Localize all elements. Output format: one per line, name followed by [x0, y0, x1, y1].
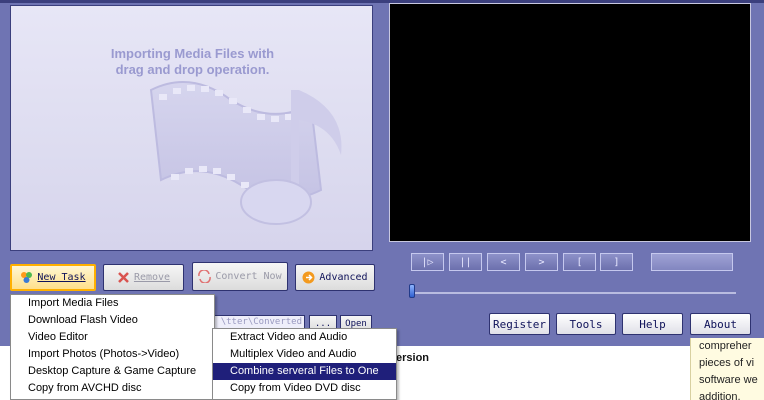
advanced-label: Advanced: [319, 272, 368, 283]
submenu-item-combine[interactable]: Combine serveral Files to One: [213, 363, 396, 380]
convert-now-label: Convert Now: [215, 271, 282, 282]
tools-button[interactable]: Tools: [556, 313, 616, 335]
new-task-button[interactable]: New Task: [10, 264, 96, 291]
register-button[interactable]: Register: [489, 313, 550, 335]
menu-item-import-media-files[interactable]: Import Media Files: [11, 295, 214, 312]
menu-item-desktop-capture[interactable]: Desktop Capture & Game Capture: [11, 363, 214, 380]
advanced-arrow-icon: [302, 271, 315, 284]
about-button[interactable]: About: [690, 313, 751, 335]
mark-out-button[interactable]: ]: [600, 253, 633, 271]
submenu-item-copy-dvd[interactable]: Copy from Video DVD disc: [213, 380, 396, 397]
play-button[interactable]: |▷: [411, 253, 444, 271]
side-line: pieces of vi: [699, 357, 755, 369]
convert-icon: [198, 270, 212, 283]
pause-button[interactable]: ||: [449, 253, 482, 271]
remove-label: Remove: [133, 272, 171, 283]
side-line: addition,: [699, 391, 741, 400]
import-drop-area[interactable]: Importing Media Files with drag and drop…: [10, 5, 373, 251]
new-task-icon: [21, 272, 33, 283]
tools-label: Tools: [569, 317, 603, 331]
advanced-button[interactable]: Advanced: [295, 264, 375, 291]
new-task-menu: Import Media Files Download Flash Video …: [10, 294, 215, 400]
seek-track[interactable]: [411, 292, 736, 294]
submenu-item-multiplex[interactable]: Multiplex Video and Audio: [213, 346, 396, 363]
register-label: Register: [493, 317, 546, 331]
mark-in-button[interactable]: [: [563, 253, 596, 271]
new-task-label: New Task: [37, 272, 86, 283]
menu-item-video-editor[interactable]: Video Editor: [11, 329, 214, 346]
next-frame-button[interactable]: >: [525, 253, 558, 271]
remove-x-icon: [118, 272, 129, 283]
convert-now-button[interactable]: Convert Now: [192, 262, 288, 291]
side-line: software we: [699, 374, 758, 386]
help-label: Help: [639, 317, 666, 331]
seek-slider-thumb[interactable]: [409, 284, 415, 298]
video-editor-submenu: Extract Video and Audio Multiplex Video …: [212, 328, 397, 400]
snapshot-button[interactable]: [651, 253, 733, 271]
side-line: compreher: [699, 340, 752, 352]
previous-frame-button[interactable]: <: [487, 253, 520, 271]
help-button[interactable]: Help: [622, 313, 683, 335]
video-preview-screen: [389, 3, 751, 242]
remove-button[interactable]: Remove: [103, 264, 184, 291]
menu-item-copy-avchd[interactable]: Copy from AVCHD disc: [11, 380, 214, 397]
webpage-side-column: compreher pieces of vi software we addit…: [690, 338, 764, 400]
webpage-heading-fragment: ersion: [396, 352, 430, 364]
submenu-item-extract[interactable]: Extract Video and Audio: [213, 329, 396, 346]
menu-item-import-photos[interactable]: Import Photos (Photos->Video): [11, 346, 214, 363]
menu-item-download-flash-video[interactable]: Download Flash Video: [11, 312, 214, 329]
film-music-note-illustration: [149, 81, 342, 225]
about-label: About: [703, 317, 738, 331]
